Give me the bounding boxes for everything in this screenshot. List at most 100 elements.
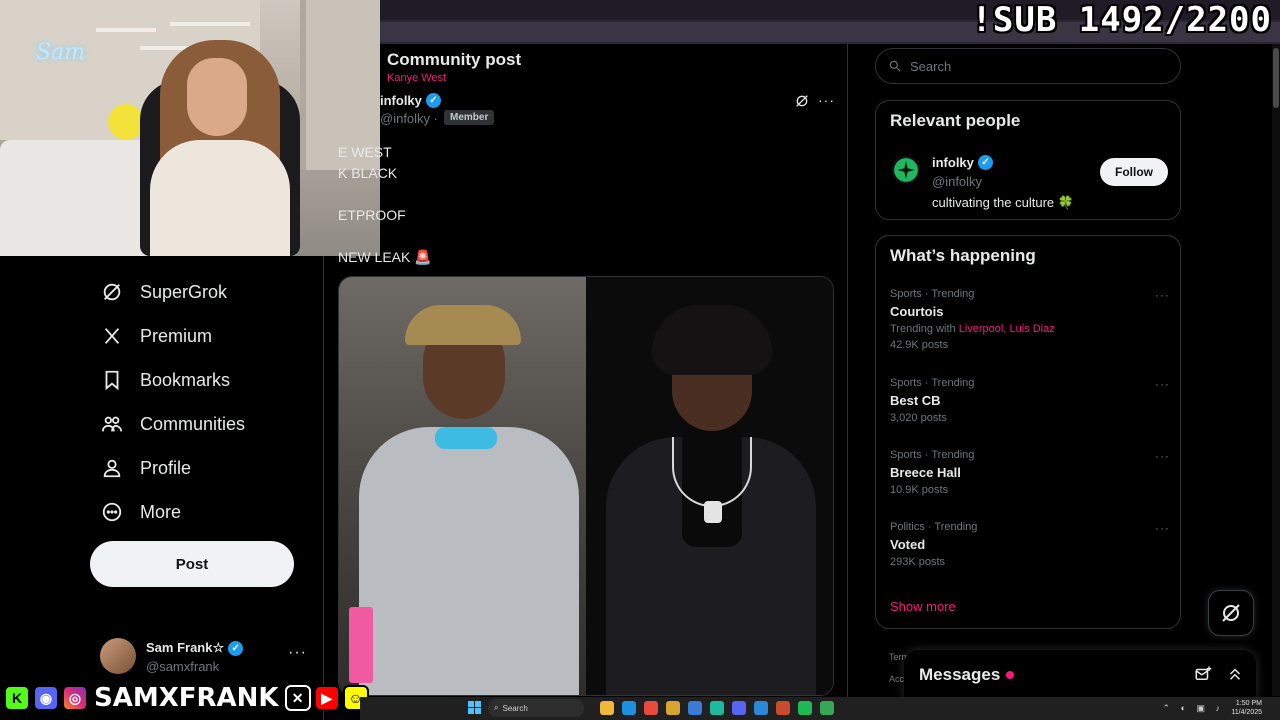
post-author-row[interactable]: infolky ✓: [380, 93, 441, 108]
messages-drawer[interactable]: Messages: [904, 650, 1256, 700]
discord-icon: ◉: [33, 685, 59, 711]
trend-item[interactable]: Sports · Trending Best CB 3,020 posts ··…: [890, 377, 1170, 424]
person-icon: [100, 456, 124, 480]
account-more-icon[interactable]: ···: [288, 644, 307, 662]
relevant-person-bio: cultivating the culture 🍀: [932, 195, 1074, 210]
trend-meta: Sports · Trending: [890, 449, 975, 461]
nav-item-premium[interactable]: Premium: [100, 316, 212, 356]
nav-item-label: Communities: [140, 413, 246, 434]
messages-title[interactable]: Messages: [919, 665, 1000, 685]
trend-more-icon[interactable]: ···: [1155, 521, 1170, 535]
trend-meta: Politics · Trending: [890, 521, 978, 533]
search-icon: ⌕: [494, 703, 499, 712]
avatar: [100, 638, 136, 674]
system-tray[interactable]: ⌃ ◐ ▣ ♪: [1163, 703, 1224, 714]
relevant-person-handle[interactable]: @infolky: [932, 174, 982, 189]
app-icon[interactable]: [754, 701, 768, 715]
page-title: Community post: [387, 50, 522, 69]
post-author-name[interactable]: infolky: [380, 93, 422, 108]
webcam-plush: [108, 104, 144, 140]
app-icon[interactable]: [710, 701, 724, 715]
windows-start-icon[interactable]: [468, 701, 482, 715]
trend-related-link[interactable]: Liverpool: [959, 323, 1004, 335]
compose-message-icon[interactable]: [1194, 665, 1212, 683]
post-more-icon[interactable]: ···: [818, 92, 835, 108]
discord-icon[interactable]: [732, 701, 746, 715]
verified-badge-icon: ✓: [977, 155, 993, 170]
post-image-left[interactable]: [339, 277, 586, 695]
nav-item-profile[interactable]: Profile: [100, 448, 191, 488]
streamer-body: [150, 140, 290, 256]
neon-sign: Sam: [36, 40, 86, 65]
nav-item-label: More: [140, 501, 182, 522]
trend-more-icon[interactable]: ···: [1155, 377, 1170, 391]
scrollbar-thumb[interactable]: [1273, 48, 1279, 108]
grok-icon: [1222, 604, 1240, 622]
grok-explain-icon[interactable]: [794, 93, 810, 109]
trend-topic: Best CB: [890, 393, 941, 408]
trend-meta: Sports · Trending: [890, 288, 975, 300]
trend-item[interactable]: Sports · Trending Breece Hall 10.9K post…: [890, 449, 1170, 496]
nav-item-bookmarks[interactable]: Bookmarks: [100, 360, 230, 400]
trend-item[interactable]: Sports · Trending Courtois Trending with…: [890, 288, 1170, 351]
relevant-person-name-row[interactable]: infolky ✓: [932, 155, 993, 170]
nav-item-communities[interactable]: Communities: [100, 404, 245, 444]
relevant-person-name[interactable]: infolky: [932, 155, 974, 170]
trend-more-icon[interactable]: ···: [1155, 449, 1170, 463]
trend-more-icon[interactable]: ···: [1155, 288, 1170, 302]
search-input[interactable]: [910, 58, 1170, 74]
post-image-right[interactable]: [586, 277, 833, 695]
unread-dot: [1006, 671, 1015, 679]
post-author-handle[interactable]: @infolky ·: [380, 111, 438, 126]
nav-item-label: Premium: [140, 325, 213, 346]
image-figure-hair: [652, 305, 772, 375]
account-switcher[interactable]: Sam Frank☆ ✓ @samxfrank ···: [100, 638, 310, 678]
webcam-shelf: [96, 28, 156, 32]
community-name-link[interactable]: Kanye West: [387, 72, 446, 84]
obs-icon[interactable]: [776, 701, 790, 715]
page-scrollbar[interactable]: [1272, 44, 1280, 696]
taskbar-search[interactable]: ⌕ Search: [488, 699, 584, 717]
more-circle-icon: [100, 500, 124, 524]
image-figure-collar: [435, 427, 497, 449]
avatar[interactable]: [892, 156, 920, 184]
streamer-socials-overlay: K ◉ ◎ SAMXFRANK ✕ ▶ ☺: [4, 683, 369, 713]
relevant-people-card: Relevant people infolky ✓ @infolky culti…: [875, 100, 1181, 220]
show-more-link[interactable]: Show more: [890, 599, 956, 614]
x-logo-icon: [100, 324, 124, 348]
edge-icon[interactable]: [622, 701, 636, 715]
member-badge: Member: [444, 110, 495, 125]
follow-button[interactable]: Follow: [1100, 158, 1168, 186]
trend-topic: Courtois: [890, 304, 944, 319]
x-logo-icon: ✕: [284, 685, 311, 711]
webcam-shelf: [170, 22, 250, 26]
whats-happening-card: What’s happening Sports · Trending Court…: [875, 235, 1181, 629]
post-media[interactable]: [338, 276, 834, 696]
nav-item-more[interactable]: More: [100, 492, 181, 532]
chrome-icon[interactable]: [644, 701, 658, 715]
nav-item-label: Bookmarks: [140, 369, 231, 390]
trend-count: 42.9K posts: [890, 339, 949, 351]
post-button[interactable]: Post: [90, 541, 294, 587]
trend-item[interactable]: Politics · Trending Voted 293K posts ···: [890, 521, 1170, 568]
nav-item-label: Profile: [140, 457, 192, 478]
folder-icon[interactable]: [666, 701, 680, 715]
taskbar-clock[interactable]: 1:50 PM 11/4/2025: [1231, 699, 1262, 717]
trend-related-prefix: Trending with: [890, 323, 956, 335]
webcam-bed: [0, 140, 150, 256]
chevron-up-icon[interactable]: [1226, 665, 1244, 683]
spotify-icon[interactable]: [798, 701, 812, 715]
trend-related-link[interactable]: Luis Diaz: [1009, 323, 1054, 335]
chrome-icon[interactable]: [820, 701, 834, 715]
instagram-icon: ◎: [62, 685, 88, 711]
streamer-face: [187, 58, 247, 136]
grok-floating-button[interactable]: [1208, 590, 1254, 636]
file-explorer-icon[interactable]: [600, 701, 614, 715]
search-box[interactable]: [875, 48, 1181, 84]
store-icon[interactable]: [688, 701, 702, 715]
kick-icon: K: [4, 685, 30, 711]
account-name: Sam Frank☆: [146, 640, 225, 655]
nav-item-supergrok[interactable]: SuperGrok: [100, 272, 227, 312]
post-text: E WEST K BLACK ETPROOF NEW LEAK 🚨: [338, 144, 432, 265]
right-sidebar: Relevant people infolky ✓ @infolky culti…: [849, 44, 1280, 720]
